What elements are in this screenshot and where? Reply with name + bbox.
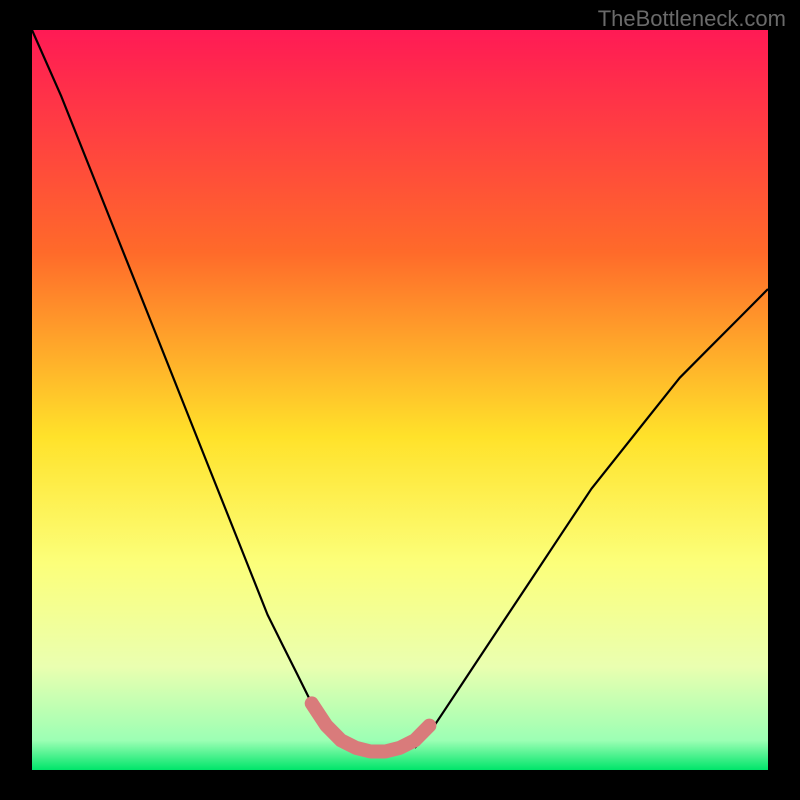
watermark-text: TheBottleneck.com	[598, 6, 786, 32]
chart-plot	[32, 30, 768, 770]
chart-background	[32, 30, 768, 770]
chart-svg	[32, 30, 768, 770]
